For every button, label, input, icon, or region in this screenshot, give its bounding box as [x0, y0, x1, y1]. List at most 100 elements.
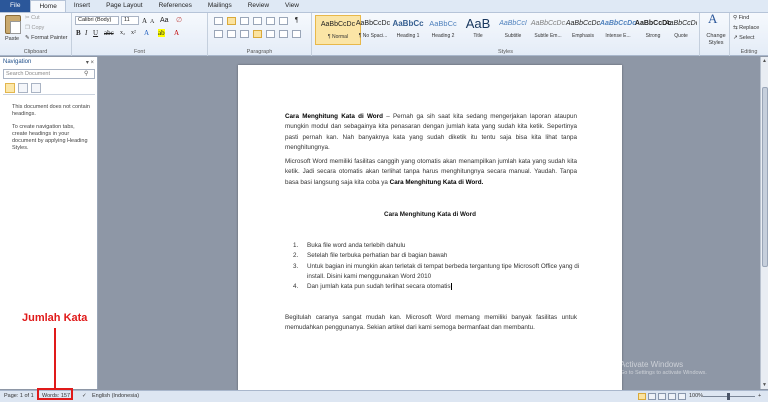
- replace-icon: ⇆: [733, 25, 738, 31]
- tab-mailings[interactable]: Mailings: [200, 0, 240, 12]
- select-button[interactable]: ↗ Select: [733, 35, 754, 42]
- word-count-highlight-box: [37, 388, 73, 400]
- copy-button[interactable]: ❐ Copy: [25, 25, 44, 32]
- list-item-text: Setelah file terbuka perhatian bar di ba…: [307, 252, 448, 260]
- text-cursor: [450, 283, 452, 291]
- sort-icon[interactable]: [279, 17, 288, 25]
- clear-formatting-icon[interactable]: ∅: [176, 16, 182, 24]
- font-color-icon[interactable]: A: [174, 29, 179, 37]
- styles-group-label: Styles: [498, 49, 513, 55]
- brush-icon: ✎: [25, 35, 30, 41]
- clipboard-group-label: Clipboard: [23, 49, 48, 55]
- change-styles-icon[interactable]: A: [708, 12, 717, 25]
- format-painter-button[interactable]: ✎ Format Painter: [25, 35, 68, 42]
- ribbon: Paste ✂ Cut ❐ Copy ✎ Format Painter Clip…: [0, 12, 768, 56]
- change-styles-group: A Change Styles: [700, 12, 730, 56]
- cursor-icon: ↗: [733, 35, 738, 41]
- zoom-in-icon[interactable]: +: [758, 393, 761, 400]
- navigation-help-message: To create navigation tabs, create headin…: [12, 124, 88, 151]
- full-screen-reading-icon[interactable]: [648, 393, 656, 400]
- style-quote[interactable]: AaBbCcDc Quote: [665, 15, 697, 45]
- intro-paragraph: Cara Menghitung Kata di Word – Pernah ga…: [285, 112, 577, 153]
- scroll-up-icon[interactable]: ▲: [762, 58, 767, 64]
- superscript-icon[interactable]: x²: [131, 29, 136, 37]
- watermark-title: Activate Windows: [620, 360, 684, 369]
- document-heading: Cara Menghitung Kata di Word: [384, 211, 476, 218]
- scroll-thumb[interactable]: [762, 87, 768, 267]
- shrink-font-icon[interactable]: A: [150, 18, 154, 26]
- strikethrough-icon[interactable]: abc: [104, 29, 114, 37]
- watermark-subtitle: Go to Settings to activate Windows.: [620, 370, 707, 376]
- bullets-icon[interactable]: [214, 17, 223, 25]
- outline-icon[interactable]: [668, 393, 676, 400]
- search-input[interactable]: Search Document: [3, 69, 95, 79]
- spelling-icon[interactable]: ✓: [82, 393, 87, 400]
- font-group: Calibri (Body) 11 A A Aa ∅ B I U abc x₂ …: [72, 13, 208, 56]
- multilevel-list-icon[interactable]: [240, 17, 249, 25]
- change-case-icon[interactable]: Aa: [160, 17, 169, 25]
- font-size-select[interactable]: 11: [121, 16, 139, 25]
- underline-icon[interactable]: U: [93, 29, 98, 37]
- text-effects-icon[interactable]: A: [144, 29, 149, 37]
- print-layout-icon[interactable]: [638, 393, 646, 400]
- paste-button[interactable]: Paste: [5, 36, 19, 43]
- zoom-slider-thumb[interactable]: [727, 393, 730, 400]
- increase-indent-icon[interactable]: [266, 17, 275, 25]
- zoom-level[interactable]: 100%: [689, 393, 703, 400]
- replace-button[interactable]: ⇆ Replace: [733, 25, 759, 32]
- tab-pages[interactable]: [18, 83, 28, 93]
- tab-review[interactable]: Review: [240, 0, 277, 12]
- format-painter-label: Format Painter: [31, 35, 68, 41]
- align-right-icon[interactable]: [240, 30, 249, 38]
- show-marks-icon[interactable]: ¶: [295, 16, 298, 24]
- cut-label: Cut: [31, 15, 40, 21]
- borders-icon[interactable]: [292, 30, 301, 38]
- close-icon[interactable]: ▾ ×: [86, 59, 94, 66]
- paste-icon[interactable]: [5, 15, 21, 34]
- copy-label: Copy: [31, 25, 45, 31]
- list-item: 3. Untuk bagian ini mungkin akan terletak…: [293, 262, 583, 283]
- tab-results[interactable]: [31, 83, 41, 93]
- tab-references[interactable]: References: [151, 0, 200, 12]
- subscript-icon[interactable]: x₂: [120, 29, 125, 37]
- document-page[interactable]: Cara Menghitung Kata di Word – Pernah ga…: [238, 65, 622, 393]
- tab-view[interactable]: View: [277, 0, 307, 12]
- tab-home[interactable]: Home: [30, 0, 66, 12]
- find-button[interactable]: ⚲ Find: [733, 15, 749, 22]
- draft-icon[interactable]: [678, 393, 686, 400]
- navigation-title: Navigation: [3, 59, 32, 65]
- change-styles-button[interactable]: Change Styles: [702, 33, 730, 47]
- font-name-select[interactable]: Calibri (Body): [75, 16, 119, 25]
- justify-icon[interactable]: [253, 30, 262, 38]
- decrease-indent-icon[interactable]: [253, 17, 262, 25]
- scissors-icon: ✂: [25, 15, 30, 21]
- grow-font-icon[interactable]: A: [142, 17, 147, 25]
- ribbon-tabs: File Home Insert Page Layout References …: [0, 0, 768, 13]
- shading-icon[interactable]: [279, 30, 288, 38]
- highlight-icon[interactable]: ab: [158, 29, 165, 37]
- search-icon[interactable]: ⚲: [84, 70, 89, 77]
- scroll-down-icon[interactable]: ▼: [762, 382, 767, 388]
- tab-insert[interactable]: Insert: [66, 0, 98, 12]
- align-center-icon[interactable]: [227, 30, 236, 38]
- no-headings-message: This document does not contain headings.: [12, 104, 90, 117]
- cut-button[interactable]: ✂ Cut: [25, 15, 40, 22]
- vertical-scrollbar[interactable]: ▲ ▼: [760, 57, 768, 389]
- web-layout-icon[interactable]: [658, 393, 666, 400]
- tab-file[interactable]: File: [0, 0, 31, 12]
- tab-page-layout[interactable]: Page Layout: [98, 0, 151, 12]
- page-count[interactable]: Page: 1 of 1: [4, 393, 34, 400]
- annotation-pointer-line: [54, 328, 56, 388]
- numbering-icon[interactable]: [227, 17, 236, 25]
- second-bold: Cara Menghitung Kata di Word.: [389, 178, 484, 186]
- list-item-text: Buka file word anda terlebih dahulu: [307, 242, 406, 249]
- tab-headings[interactable]: [5, 83, 15, 93]
- italic-icon[interactable]: I: [85, 29, 87, 37]
- align-left-icon[interactable]: [214, 30, 223, 38]
- bold-icon[interactable]: B: [76, 29, 81, 37]
- line-spacing-icon[interactable]: [266, 30, 275, 38]
- navigation-tabs: [3, 83, 95, 95]
- activation-watermark: Activate Windows Go to Settings to activ…: [620, 360, 707, 378]
- language-indicator[interactable]: English (Indonesia): [92, 393, 139, 400]
- closing-paragraph: Begitulah caranya sangat mudah kan. Micr…: [285, 314, 577, 332]
